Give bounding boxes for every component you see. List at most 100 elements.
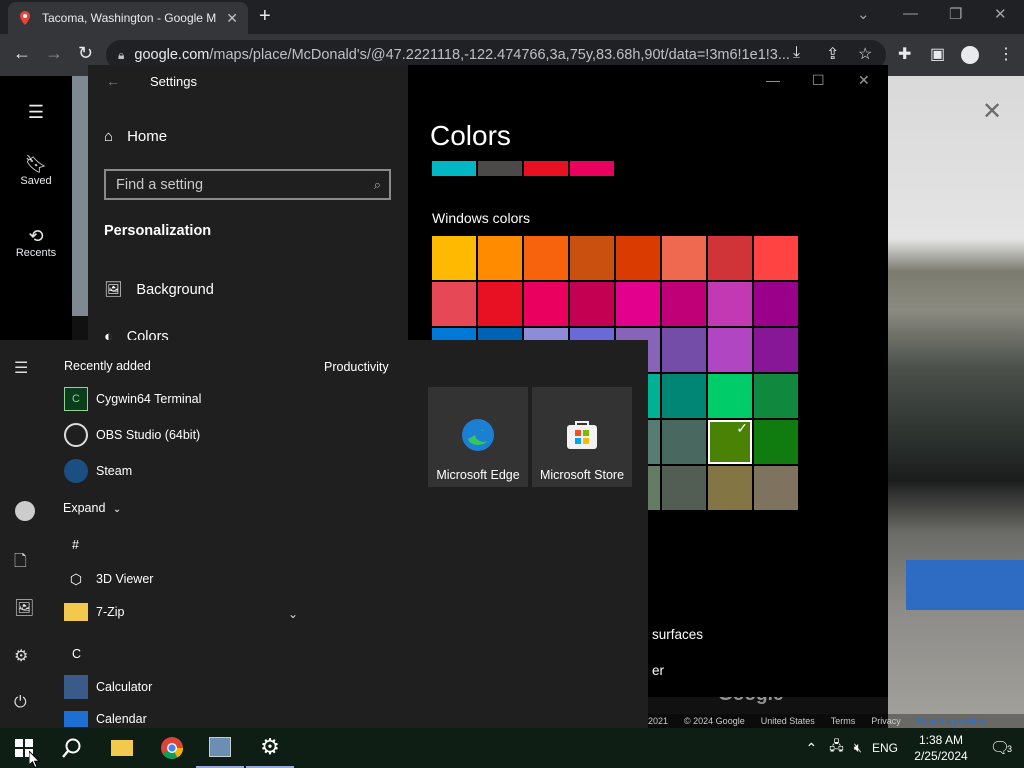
accent-color-swatch[interactable] (616, 282, 660, 326)
footer-privacy-link[interactable]: Privacy (871, 716, 901, 726)
accent-color-swatch[interactable] (708, 374, 752, 418)
search-button[interactable] (48, 728, 96, 768)
tile-microsoft-edge[interactable]: Microsoft Edge (428, 387, 528, 487)
volume-muted-icon[interactable]: 🔇︎ (854, 740, 862, 756)
browser-tab[interactable]: Tacoma, Washington - Google M ✕ (8, 2, 248, 34)
settings-gear-icon[interactable]: ⚙︎ (14, 646, 28, 666)
accent-color-swatch[interactable] (662, 466, 706, 510)
app-steam[interactable]: Steam (64, 459, 132, 483)
back-arrow-icon[interactable]: ← (106, 73, 120, 89)
app-manager-button[interactable] (196, 728, 244, 768)
side-panel-icon[interactable]: ▣ (930, 44, 945, 64)
close-tab-icon[interactable]: ✕ (226, 10, 238, 27)
profile-avatar[interactable] (961, 46, 979, 64)
settings-minimize-button[interactable]: — (766, 72, 780, 88)
bookmark-star-icon[interactable]: ☆ (858, 44, 872, 64)
tile-microsoft-store[interactable]: Microsoft Store (532, 387, 632, 487)
bookmark-icon: 🔖︎ (24, 154, 48, 174)
footer-terms-link[interactable]: Terms (831, 716, 856, 726)
back-button[interactable]: ← (13, 43, 31, 64)
calendar-icon (64, 711, 88, 727)
chevron-down-icon: ⌄ (112, 504, 122, 515)
power-icon[interactable]: ⏻ (14, 694, 27, 712)
accent-color-swatch[interactable] (708, 236, 752, 280)
accent-color-swatch[interactable] (754, 236, 798, 280)
menu-kebab-icon[interactable]: ⋮ (998, 44, 1014, 64)
close-window-button[interactable]: ✕ (994, 5, 1007, 23)
share-icon[interactable]: ⇪ (826, 44, 839, 64)
search-placeholder: Find a setting (116, 176, 204, 193)
accent-color-swatch[interactable] (432, 236, 476, 280)
clock[interactable]: 1:38 AM 2/25/2024 (906, 732, 976, 764)
accent-color-swatch[interactable] (616, 236, 660, 280)
accent-color-swatch[interactable] (478, 282, 522, 326)
hamburger-menu-icon[interactable]: ☰ (0, 102, 72, 123)
reload-button[interactable]: ↻ (78, 43, 93, 64)
accent-color-swatch[interactable] (662, 328, 706, 372)
file-explorer-button[interactable] (98, 728, 146, 768)
restore-button[interactable]: ❐ (949, 5, 962, 23)
accent-color-swatch[interactable] (708, 466, 752, 510)
settings-close-button[interactable]: ✕ (858, 72, 870, 89)
street-view-photo[interactable] (888, 76, 1024, 728)
minimize-button[interactable]: — (903, 5, 918, 22)
show-hidden-icons-chevron[interactable]: ⌃ (806, 740, 818, 757)
accent-color-swatch[interactable] (570, 236, 614, 280)
tab-search-icon[interactable]: ⌄ (857, 5, 870, 23)
letter-header-hash[interactable]: # (72, 538, 79, 552)
app-calculator[interactable]: Calculator (64, 675, 152, 699)
start-hamburger-icon[interactable]: ☰ (14, 358, 28, 378)
productivity-heading: Productivity (324, 360, 389, 374)
accent-color-swatch[interactable] (708, 282, 752, 326)
app-obs[interactable]: OBS Studio (64bit) (64, 423, 200, 447)
documents-icon[interactable]: 🗋︎ (14, 550, 27, 577)
recents-button[interactable]: ⟲ Recents (0, 226, 72, 259)
settings-maximize-button[interactable]: ☐ (812, 72, 825, 89)
accent-color-swatch[interactable] (754, 466, 798, 510)
app-calendar[interactable]: Calendar (64, 711, 147, 727)
app-7zip-folder[interactable]: 7-Zip (64, 603, 124, 621)
home-nav-item[interactable]: ⌂ Home (104, 128, 167, 145)
extensions-icon[interactable]: ✚ (898, 44, 911, 64)
accent-color-swatch[interactable] (570, 282, 614, 326)
accent-color-swatch[interactable] (662, 236, 706, 280)
forward-button[interactable]: → (45, 43, 63, 64)
new-tab-button[interactable]: + (259, 5, 271, 28)
expand-button[interactable]: Expand ⌄ (63, 501, 121, 515)
accent-color-swatch[interactable] (754, 420, 798, 464)
action-center-button[interactable]: 🗨︎ 3 (976, 738, 1024, 758)
windows-colors-label: Windows colors (432, 210, 531, 226)
accent-color-swatch[interactable] (754, 328, 798, 372)
accent-color-swatch[interactable] (662, 374, 706, 418)
install-icon[interactable]: ⤓ (793, 44, 800, 62)
accent-color-swatch[interactable] (754, 282, 798, 326)
footer-report-link[interactable]: Report a problem (917, 716, 987, 726)
accent-color-swatch[interactable] (708, 420, 752, 464)
app-label: Calculator (96, 680, 153, 694)
nav-background[interactable]: 🖼︎ Background (104, 281, 214, 299)
language-indicator[interactable]: ENG (872, 741, 898, 755)
user-account-icon[interactable] (15, 501, 35, 521)
tab-title: Tacoma, Washington - Google M (42, 11, 217, 25)
accent-color-swatch[interactable] (662, 420, 706, 464)
network-icon[interactable]: 🖧︎ (829, 737, 844, 759)
accent-color-swatch[interactable] (708, 328, 752, 372)
close-street-view-icon[interactable]: ✕ (982, 97, 1002, 126)
accent-color-swatch[interactable] (754, 374, 798, 418)
app-cygwin[interactable]: C Cygwin64 Terminal (64, 387, 201, 411)
accent-color-swatch[interactable] (524, 236, 568, 280)
letter-header-c[interactable]: C (72, 647, 81, 661)
accent-color-swatch[interactable] (524, 282, 568, 326)
find-setting-search[interactable]: Find a setting ⌕ (104, 169, 391, 200)
accent-color-swatch[interactable] (662, 282, 706, 326)
pictures-icon[interactable]: 🖼︎ (14, 598, 34, 618)
app-3d-viewer[interactable]: ⬡ 3D Viewer (64, 567, 154, 591)
preview-color-swatch (478, 161, 522, 176)
saved-button[interactable]: 🔖︎ Saved (0, 154, 72, 187)
accent-color-swatch[interactable] (478, 236, 522, 280)
settings-taskbar-button[interactable]: ⚙︎ (246, 728, 294, 768)
accent-color-swatch[interactable] (432, 282, 476, 326)
folder-expand-chevron-icon[interactable]: ⌄ (288, 607, 298, 621)
footer-country[interactable]: United States (761, 716, 815, 726)
chrome-button[interactable] (148, 728, 196, 768)
